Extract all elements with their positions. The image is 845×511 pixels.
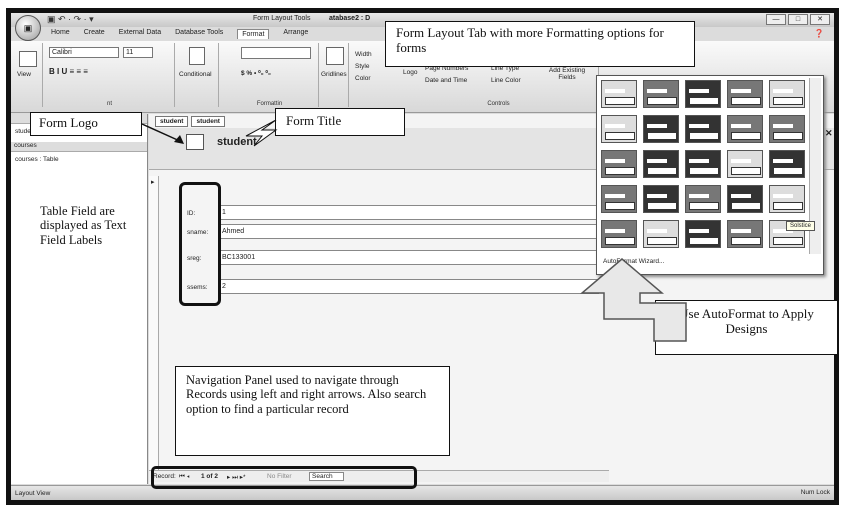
view-icon <box>19 51 37 67</box>
autoformat-style-thumbnail[interactable] <box>685 80 721 108</box>
field-value-sreg[interactable]: BC133001 <box>219 250 599 265</box>
autoformat-tooltip: Solstice <box>786 221 816 231</box>
color-button[interactable]: Color <box>355 75 371 82</box>
doc-tab-student-2[interactable]: student <box>191 116 225 127</box>
callout-form-logo: Form Logo <box>30 112 142 136</box>
callout-navigation-panel: Navigation Panel used to navigate throug… <box>175 366 450 456</box>
callout-table-fields: Table Field are displayed as Text Field … <box>40 204 127 247</box>
autoformat-style-thumbnail[interactable] <box>601 80 637 108</box>
formatting-group-label: Formattin <box>256 101 283 107</box>
autoformat-style-thumbnail[interactable] <box>643 150 679 178</box>
context-tools-title: Form Layout Tools <box>253 15 311 22</box>
autoformat-style-thumbnail[interactable] <box>769 185 805 213</box>
maximize-button[interactable]: □ <box>788 14 808 25</box>
autoformat-style-thumbnail[interactable] <box>643 185 679 213</box>
navigation-pane: student : Table courses courses : Table <box>11 114 148 484</box>
autoformat-style-thumbnail[interactable] <box>727 150 763 178</box>
autoformat-style-thumbnail[interactable] <box>601 150 637 178</box>
minimize-button[interactable]: — <box>766 14 786 25</box>
autoformat-style-thumbnail[interactable] <box>727 115 763 143</box>
autoformat-style-thumbnail[interactable] <box>685 185 721 213</box>
tab-format[interactable]: Format <box>237 29 270 39</box>
field-value-id[interactable]: 1 <box>219 205 599 220</box>
add-existing-fields-button[interactable]: Add Existing Fields <box>547 67 587 81</box>
line-color-button[interactable]: Line Color <box>491 77 521 84</box>
window-controls: — □ ✕ <box>766 14 830 25</box>
format-select[interactable] <box>241 47 311 59</box>
autoformat-style-thumbnail[interactable] <box>727 80 763 108</box>
ribbon-tabs: Home Create External Data Database Tools… <box>51 29 308 39</box>
tab-home[interactable]: Home <box>51 29 70 39</box>
autoformat-style-thumbnail[interactable] <box>601 115 637 143</box>
autoformat-style-thumbnail[interactable] <box>685 115 721 143</box>
window-title: atabase2 : D <box>329 15 371 22</box>
numlock-status: Num Lock <box>800 489 830 496</box>
field-labels-highlight <box>179 182 221 306</box>
gridlines-group: Gridlines <box>321 43 349 107</box>
autoformat-style-thumbnail[interactable] <box>769 80 805 108</box>
arrow-autoformat <box>580 258 687 342</box>
arrow-form-title <box>245 119 278 147</box>
nav-item-courses-table[interactable]: courses : Table <box>15 156 59 163</box>
conditional-format-icon <box>189 47 205 65</box>
office-logo-icon: ▣ <box>23 22 33 33</box>
autoformat-gallery: AutoFormat Wizard... <box>596 75 824 275</box>
field-value-sname[interactable]: Ahmed <box>219 224 599 239</box>
gridlines-icon <box>326 47 344 65</box>
field-value-ssems[interactable]: 2 <box>219 279 599 294</box>
status-bar: Layout View Num Lock <box>11 485 834 500</box>
font-group-label: nt <box>106 101 112 107</box>
autoformat-style-thumbnail[interactable] <box>643 80 679 108</box>
tab-database-tools[interactable]: Database Tools <box>175 29 223 39</box>
autoformat-style-thumbnail[interactable] <box>685 150 721 178</box>
autoformat-style-thumbnail[interactable] <box>643 115 679 143</box>
views-group: View <box>13 43 43 107</box>
autoformat-style-thumbnail[interactable] <box>601 185 637 213</box>
navigation-bar-highlight <box>151 466 417 489</box>
style-button[interactable]: Style <box>355 63 369 70</box>
conditional-button[interactable]: Conditional <box>179 71 212 78</box>
arrow-form-logo <box>141 123 184 144</box>
tab-arrange[interactable]: Arrange <box>283 29 308 39</box>
autoformat-style-thumbnail[interactable] <box>769 115 805 143</box>
number-format-buttons[interactable]: $ % • ⁰₀ ⁰₀ <box>241 69 271 77</box>
font-group: Calibri 11 B I U ≡ ≡ ≡ nt <box>45 43 175 107</box>
gridlines-button[interactable]: Gridlines <box>321 71 347 78</box>
tab-create[interactable]: Create <box>84 29 105 39</box>
autoformat-style-thumbnail[interactable] <box>643 220 679 248</box>
logo-button[interactable]: Logo <box>403 69 417 76</box>
font-size-select[interactable]: 11 <box>123 47 153 58</box>
nav-group-courses[interactable]: courses <box>11 142 147 152</box>
view-mode-status: Layout View <box>15 490 51 497</box>
formatting-group: $ % • ⁰₀ ⁰₀ Formattin <box>221 43 319 107</box>
record-selector[interactable]: ▸ <box>149 176 159 476</box>
autoformat-style-thumbnail[interactable] <box>727 220 763 248</box>
font-name-select[interactable]: Calibri <box>49 47 119 58</box>
close-button[interactable]: ✕ <box>810 14 830 25</box>
close-form-icon[interactable]: ✕ <box>825 128 833 139</box>
width-button[interactable]: Width <box>355 51 372 58</box>
autoformat-style-thumbnail[interactable] <box>601 220 637 248</box>
callout-format-tab: Form Layout Tab with more Formatting opt… <box>385 21 695 67</box>
callout-form-title: Form Title <box>275 108 405 136</box>
tab-external-data[interactable]: External Data <box>119 29 161 39</box>
bold-italic-underline-icons[interactable]: B I U ≡ ≡ ≡ <box>49 67 88 76</box>
view-button[interactable]: View <box>17 71 31 78</box>
date-time-button[interactable]: Date and Time <box>425 77 467 84</box>
help-icon[interactable]: ❓ <box>814 29 824 38</box>
conditional-group: Conditional <box>177 43 219 107</box>
autoformat-style-thumbnail[interactable] <box>685 220 721 248</box>
autoformat-style-thumbnail[interactable] <box>727 185 763 213</box>
autoformat-style-thumbnail[interactable] <box>769 150 805 178</box>
controls-group-label: Controls <box>487 101 510 107</box>
quick-access-toolbar[interactable]: ▣ ↶ · ↷ · ▾ <box>47 14 94 25</box>
office-button[interactable]: ▣ <box>15 15 41 41</box>
record-selector-arrow-icon: ▸ <box>151 179 155 186</box>
